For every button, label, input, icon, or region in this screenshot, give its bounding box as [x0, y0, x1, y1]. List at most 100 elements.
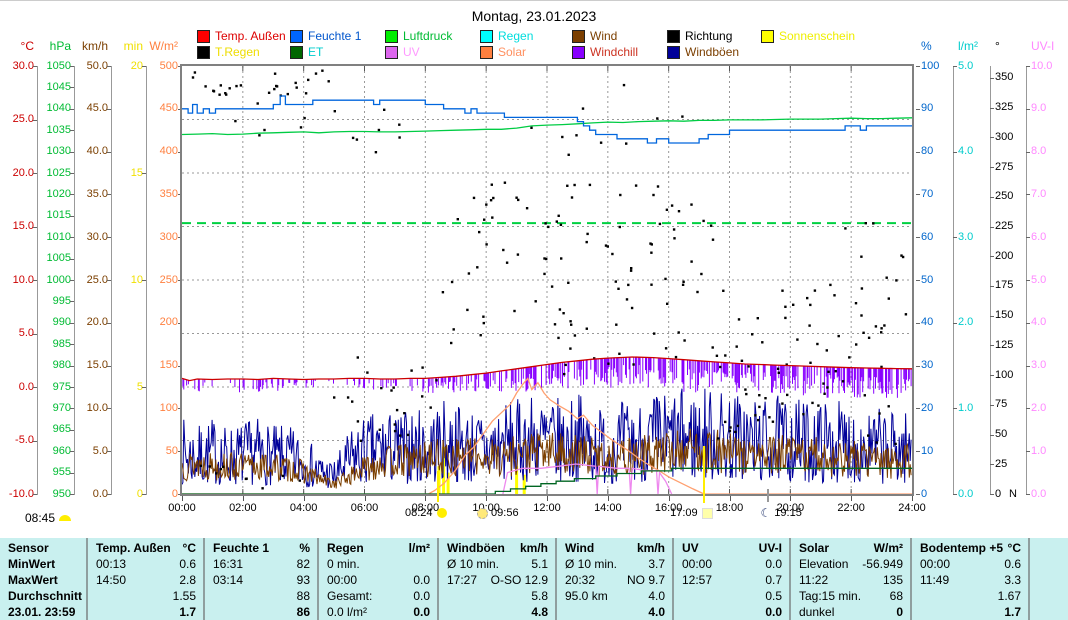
x-tick-label: 22:00: [837, 502, 865, 514]
legend-color-swatch: [572, 29, 585, 43]
x-tick-mark: [182, 496, 183, 501]
axis-tick-label: 70: [921, 187, 934, 200]
axis-tick: [107, 365, 111, 367]
axis-tick-label: 1005: [46, 252, 71, 265]
axis-tick: [916, 237, 920, 239]
table-cell-time: Gesamt:: [327, 589, 373, 603]
axis-tick-label: 0.0: [958, 487, 974, 500]
x-tick-mark: [851, 496, 853, 501]
table-group-header: Solar W/m²: [791, 540, 910, 556]
axis-tick: [1026, 108, 1030, 110]
table-cell-value: 0.5: [765, 589, 782, 603]
axis-tick: [33, 333, 37, 335]
table-group-wind: Wind km/h Ø 10 min. 3.7 20:32 NO 9.7 95.0 km 4.…: [557, 538, 674, 620]
table-cell-time: Elevation: [799, 557, 849, 571]
table-row: 1.55: [88, 588, 203, 604]
table-group-unit: km/h: [519, 541, 548, 555]
legend-color-swatch: [667, 45, 680, 59]
axis-tick: [916, 322, 920, 324]
table-cell-time: 03:14: [213, 573, 244, 587]
legend-item-solar: Solar: [480, 45, 526, 59]
table-cell-value: -56.949: [862, 557, 903, 571]
axis-tick-label: 350: [159, 187, 178, 200]
table-cell-value: 0.0: [765, 557, 782, 571]
axis-tick: [1026, 451, 1030, 453]
axis-tick-label: 1045: [46, 80, 71, 93]
legend-label: Feuchte 1: [308, 29, 362, 43]
axis-tick: [990, 196, 994, 198]
axis-tick: [1026, 322, 1030, 324]
axis-tick-label: 20.0: [86, 316, 108, 329]
table-cell-time: 12:57: [682, 573, 713, 587]
x-tick-label: 12:00: [533, 502, 561, 514]
axis-tick-label: 5.0: [958, 59, 974, 72]
x-tick-mark: [790, 496, 792, 501]
legend-label: UV: [403, 45, 420, 59]
axis-tick-label: 225: [995, 220, 1014, 232]
axis-tick: [953, 494, 957, 495]
axis-tick: [107, 194, 111, 196]
table-cell-time: Ø 10 min.: [565, 557, 618, 571]
legend-label: ET: [308, 45, 324, 59]
axis-north-label: N: [1009, 487, 1017, 500]
axis-tick: [916, 151, 920, 153]
axis-tick-label: 150: [159, 359, 178, 372]
axis-tick-label: 200: [159, 316, 178, 329]
table-cell-time: 14:50: [96, 573, 127, 587]
axis-tick-label: 200: [995, 249, 1014, 262]
axis-tick-label: 60: [921, 230, 934, 243]
table-group-unit: l/m²: [408, 541, 430, 555]
table-cell-value: 0.0: [413, 589, 430, 603]
table-cell-time: 00:00: [682, 557, 713, 571]
axis-tick: [1026, 365, 1030, 367]
table-group-unit: km/h: [636, 541, 665, 555]
axis-tick: [990, 345, 994, 347]
sun-event-annotation: ☾ 19:15: [761, 507, 802, 519]
legend-item-regen: Regen: [480, 29, 533, 43]
table-group-title: Windböen: [447, 541, 505, 555]
table-sensor-column: Sensor MinWert MaxWert Durchschnitt 23.01. 2…: [0, 538, 88, 620]
axis-tick-label: 90: [921, 102, 934, 115]
axis-tick-label: 7.0: [1031, 187, 1047, 200]
axis-tick: [953, 408, 957, 410]
table-group-title: Feuchte 1: [213, 541, 270, 555]
axis-unit-lm: l/m²: [958, 39, 978, 53]
table-row: 0.5: [674, 588, 789, 604]
table-row: Ø 10 min. 3.7: [557, 556, 672, 572]
legend-item-et: ET: [290, 45, 324, 59]
axis-tick: [70, 429, 74, 431]
axis-tick: [990, 285, 994, 287]
sun-event-annotation: 17:09: [657, 507, 713, 519]
table-cell-time: 00:00: [327, 573, 358, 587]
plot-area: [180, 64, 914, 496]
sun-event-time: 19:15: [774, 507, 802, 519]
axis-tick: [142, 173, 146, 174]
sunrise-marker-left: 08:45: [25, 511, 72, 525]
table-row-label: MinWert: [8, 557, 56, 571]
x-tick-mark: [912, 496, 913, 501]
axis-tick-label: 30: [921, 359, 934, 372]
axis-tick: [990, 256, 994, 258]
table-row: dunkel 0: [791, 604, 910, 620]
table-cell-value: O-SO 12.9: [490, 573, 548, 587]
legend-color-swatch: [572, 45, 585, 59]
sun-dim-icon: [477, 507, 489, 519]
table-row: 00:00 0.0: [674, 556, 789, 572]
table-group-title: UV: [682, 541, 699, 555]
legend-label: Windböen: [685, 45, 740, 59]
axis-tick-label: 0.0: [1031, 487, 1047, 500]
table-row: 0.0 l/m² 0.0: [319, 604, 437, 620]
axis-tick-label: 5.0: [92, 444, 108, 457]
legend-color-swatch: [197, 29, 210, 43]
table-row: 12:57 0.7: [674, 572, 789, 588]
table-cell-value: 3.3: [1004, 573, 1021, 587]
legend-item-temp-au-en: Temp. Außen: [197, 29, 286, 43]
table-cell-time: dunkel: [799, 605, 835, 619]
axis-tick-label: 3.0: [958, 230, 974, 243]
table-row: 88: [205, 588, 317, 604]
axis-tick: [953, 237, 957, 239]
axis-tick-label: 2.0: [1031, 401, 1047, 414]
axis-tick: [33, 119, 37, 121]
axis-tick-label: 10.0: [86, 401, 108, 414]
table-cell-value: 88: [296, 589, 310, 603]
